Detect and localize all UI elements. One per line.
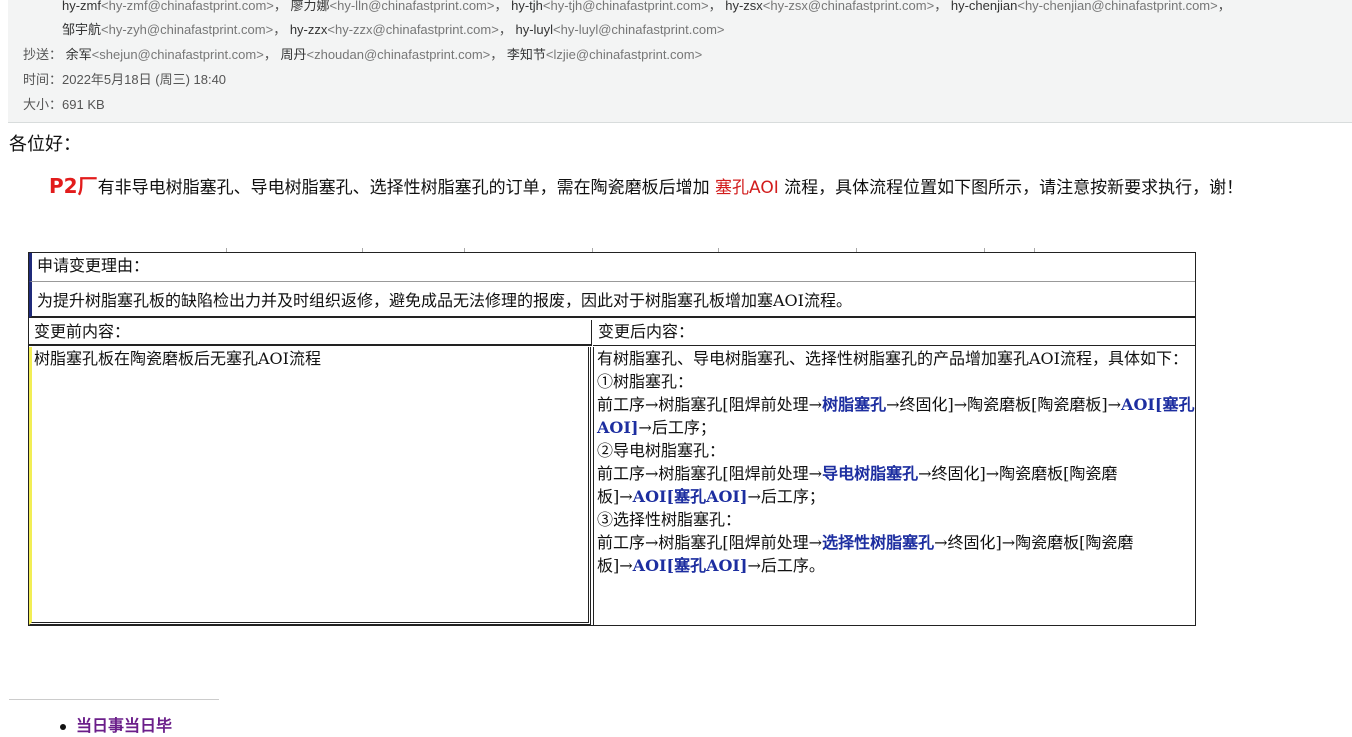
size-value: 691 KB: [62, 97, 105, 112]
process-flow: 前工序→树脂塞孔[阻焊前处理→导电树脂塞孔→终固化]→陶瓷磨板[陶瓷磨板]→AO…: [597, 464, 1118, 506]
cc-row: 抄送： 余军<shejun@chinafastprint.com>， 周丹<zh…: [23, 47, 703, 62]
cc-label: 抄送：: [23, 47, 63, 62]
recipient[interactable]: hy-zzx<hy-zzx@chinafastprint.com>: [290, 22, 499, 37]
factory-label: P2厂: [49, 174, 98, 198]
recipient[interactable]: hy-zmf<hy-zmf@chinafastprint.com>: [62, 0, 274, 13]
recipients-line-2: 邹宇航<hy-zyh@chinafastprint.com>， hy-zzx<h…: [62, 22, 725, 37]
process-flow: 前工序→树脂塞孔[阻焊前处理→树脂塞孔→终固化]→陶瓷磨板[陶瓷磨板]→AOI[…: [597, 395, 1195, 437]
recipient[interactable]: 邹宇航<hy-zyh@chinafastprint.com>: [62, 22, 273, 37]
reason-body: 为提升树脂塞孔板的缺陷检出力并及时组织返修，避免成品无法修理的报废，因此对于树脂…: [29, 282, 1195, 318]
time-label: 时间：: [23, 72, 63, 87]
body-text-1: 有非导电树脂塞孔、导电树脂塞孔、选择性树脂塞孔的订单，需在陶瓷磨板后增加: [97, 178, 710, 198]
process-flow: 前工序→树脂塞孔[阻焊前处理→选择性树脂塞孔→终固化]→陶瓷磨板[陶瓷磨板]→A…: [597, 533, 1134, 575]
recipient[interactable]: 李知节<lzjie@chinafastprint.com>: [507, 47, 702, 62]
signature: 当日事当日毕: [60, 712, 172, 736]
greeting: 各位好：: [9, 134, 81, 155]
before-title: 变更前内容：: [29, 320, 592, 346]
recipient[interactable]: hy-luyl<hy-luyl@chinafastprint.com>: [515, 22, 724, 37]
recipient[interactable]: 余军<shejun@chinafastprint.com>: [66, 47, 264, 62]
size-row: 大小：691 KB: [23, 96, 105, 114]
after-title: 变更后内容：: [593, 320, 1195, 346]
after-body: 有树脂塞孔、导电树脂塞孔、选择性树脂塞孔的产品增加塞孔AOI流程，具体如下： ①…: [593, 347, 1195, 625]
process-title: ③选择性树脂塞孔：: [597, 510, 742, 529]
bullet-icon: [60, 723, 66, 730]
signature-divider: [9, 699, 219, 700]
size-label: 大小：: [23, 97, 63, 112]
change-table: 申请变更理由： 为提升树脂塞孔板的缺陷检出力并及时组织返修，避免成品无法修理的报…: [28, 252, 1196, 626]
recipient[interactable]: 周丹<zhoudan@chinafastprint.com>: [280, 47, 490, 62]
process-title: ①树脂塞孔：: [597, 372, 694, 391]
recipient[interactable]: hy-tjh<hy-tjh@chinafastprint.com>: [511, 0, 708, 13]
highlight-text: 塞孔AOI: [714, 178, 779, 198]
process-title: ②导电树脂塞孔：: [597, 441, 726, 460]
body-text-2: 流程，具体流程位置如下图所示，请注意按新要求执行，谢！: [784, 178, 1244, 198]
recipient[interactable]: hy-zsx<hy-zsx@chinafastprint.com>: [725, 0, 934, 13]
recipient[interactable]: 廖力娜<hy-lln@chinafastprint.com>: [291, 0, 495, 13]
signature-text: 当日事当日毕: [76, 716, 173, 735]
recipient[interactable]: hy-chenjian<hy-chenjian@chinafastprint.c…: [951, 0, 1218, 13]
after-intro: 有树脂塞孔、导电树脂塞孔、选择性树脂塞孔的产品增加塞孔AOI流程，具体如下：: [597, 349, 1188, 368]
time-value: 2022年5月18日 (周三) 18:40: [62, 72, 227, 87]
mail-header: hy-zmf<hy-zmf@chinafastprint.com>， 廖力娜<h…: [8, 0, 1352, 123]
time-row: 时间：2022年5月18日 (周三) 18:40: [23, 71, 226, 89]
before-body: 树脂塞孔板在陶瓷磨板后无塞孔AOI流程: [29, 347, 591, 625]
process-item: ②导电树脂塞孔： 前工序→树脂塞孔[阻焊前处理→导电树脂塞孔→终固化]→陶瓷磨板…: [597, 439, 1195, 508]
process-item: ①树脂塞孔： 前工序→树脂塞孔[阻焊前处理→树脂塞孔→终固化]→陶瓷磨板[陶瓷磨…: [597, 370, 1195, 439]
process-item: ③选择性树脂塞孔： 前工序→树脂塞孔[阻焊前处理→选择性树脂塞孔→终固化]→陶瓷…: [597, 508, 1195, 577]
body-paragraph: P2厂有非导电树脂塞孔、导电树脂塞孔、选择性树脂塞孔的订单，需在陶瓷磨板后增加 …: [9, 172, 1352, 202]
reason-title: 申请变更理由：: [29, 253, 1195, 282]
recipients-line-1: hy-zmf<hy-zmf@chinafastprint.com>， 廖力娜<h…: [62, 0, 1231, 13]
